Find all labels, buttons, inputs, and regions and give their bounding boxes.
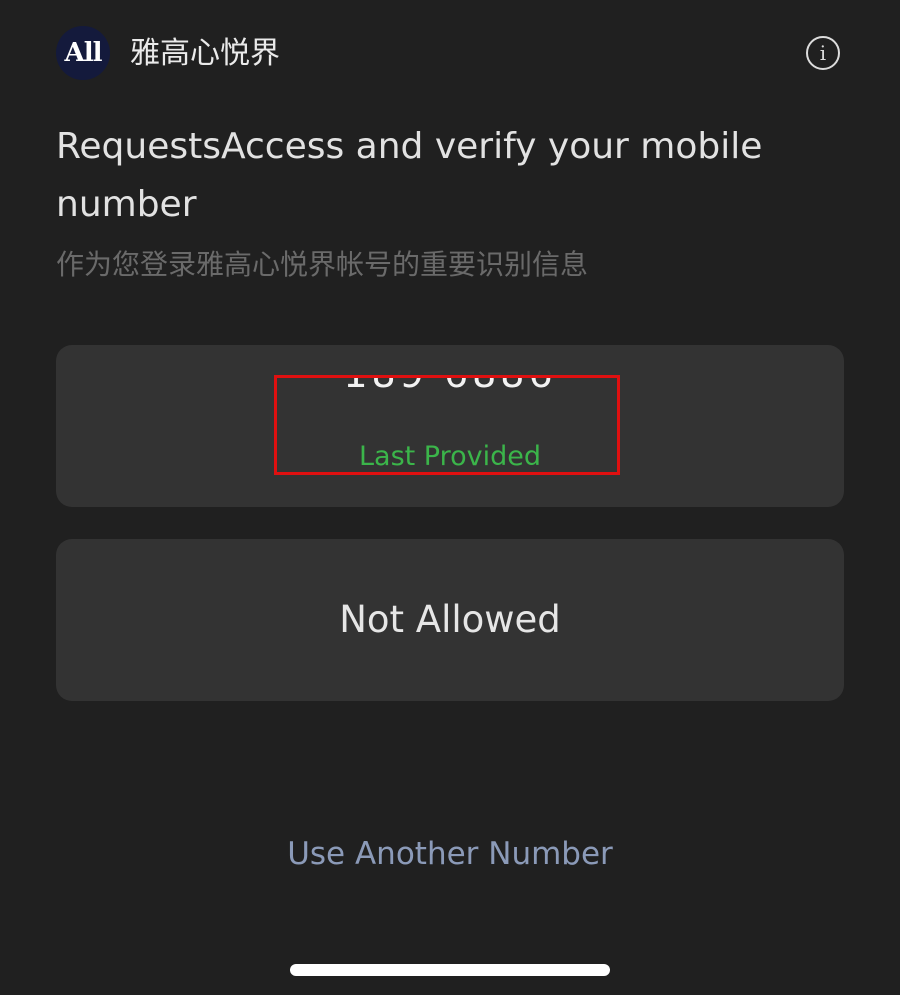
home-indicator <box>290 964 610 976</box>
info-glyph: i <box>819 41 827 65</box>
highlight-box <box>274 375 620 475</box>
info-icon[interactable]: i <box>806 36 840 70</box>
page-heading: RequestsAccess and verify your mobile nu… <box>56 126 763 225</box>
app-header: All 雅高心悦界 i <box>56 26 844 82</box>
not-allowed-label: Not Allowed <box>339 598 561 641</box>
last-provided-number-option[interactable]: 189 6886 Last Provided <box>56 345 844 507</box>
app-title: 雅高心悦界 <box>130 36 280 71</box>
not-allowed-option[interactable]: Not Allowed <box>56 539 844 701</box>
use-another-number-link[interactable]: Use Another Number <box>0 833 900 875</box>
all-logo: All <box>56 26 110 80</box>
page-subtitle: 作为您登录雅高心悦界帐号的重要识别信息 <box>56 248 589 281</box>
